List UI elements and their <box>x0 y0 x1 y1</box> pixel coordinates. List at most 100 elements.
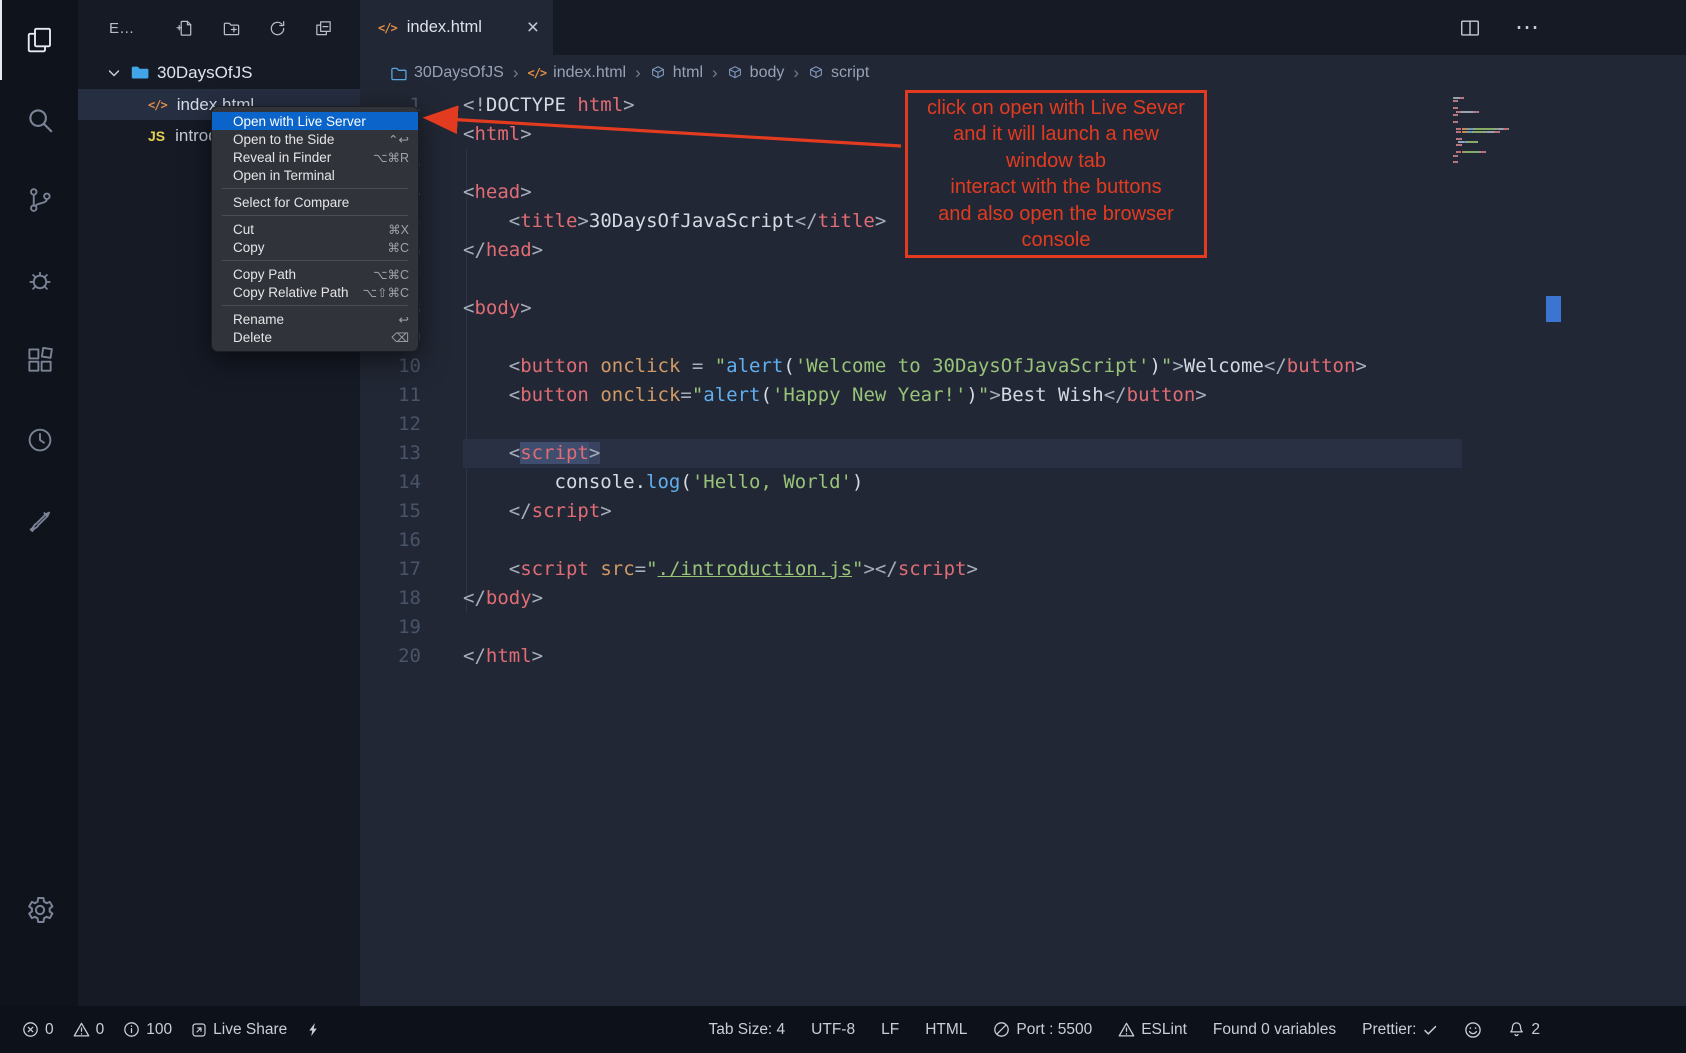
explorer-toolbar <box>176 19 333 38</box>
status-problems-info[interactable]: 100 <box>123 1021 172 1039</box>
menu-item-label: Delete <box>233 330 391 345</box>
status-tab-size[interactable]: Tab Size: 4 <box>708 1021 785 1039</box>
status-label: 0 <box>45 1021 54 1039</box>
menu-item-label: Select for Compare <box>233 195 409 210</box>
status-notifications[interactable]: 2 <box>1508 1021 1540 1039</box>
breadcrumb-script[interactable]: script <box>808 64 869 82</box>
status-bar-right: Tab Size: 4 UTF-8 LF HTML Port : 5500 ESLint F… <box>708 1021 1540 1039</box>
status-language-mode[interactable]: HTML <box>925 1021 967 1039</box>
close-tab-icon[interactable]: × <box>527 17 539 38</box>
menu-item-select-for-compare[interactable]: Select for Compare <box>212 193 418 211</box>
activity-extensions[interactable] <box>0 320 78 400</box>
activity-manage-settings[interactable] <box>0 870 78 950</box>
activity-bar-bottom <box>0 870 78 950</box>
chevron-down-icon <box>106 65 122 81</box>
menu-separator <box>222 215 408 216</box>
breadcrumb-label: 30DaysOfJS <box>414 64 504 82</box>
lightning-icon <box>306 1022 321 1037</box>
run-debug-icon <box>25 265 55 295</box>
code-line-7: 7 <box>360 265 1686 294</box>
vscode-window: E… 30DaysOfJS </>index.htmlJSintroductio… <box>0 0 1686 1053</box>
source-control-icon <box>25 185 55 215</box>
menu-item-shortcut: ↩ <box>399 312 409 327</box>
menu-item-rename[interactable]: Rename↩ <box>212 310 418 328</box>
breadcrumb-body[interactable]: body <box>727 64 785 82</box>
breadcrumb-html[interactable]: html <box>650 64 703 82</box>
line-number: 19 <box>360 613 421 642</box>
menu-separator <box>222 188 408 189</box>
code-line-14: 14 console.log('Hello, World') <box>360 468 1686 497</box>
menu-item-open-in-terminal[interactable]: Open in Terminal <box>212 166 418 184</box>
status-feedback-smiley[interactable] <box>1464 1021 1482 1039</box>
line-content: </script> <box>463 497 612 526</box>
html-file-icon: </> <box>378 21 397 35</box>
menu-item-delete[interactable]: Delete⌫ <box>212 328 418 346</box>
line-content: </head> <box>463 236 543 265</box>
menu-item-copy[interactable]: Copy⌘C <box>212 238 418 256</box>
menu-item-label: Cut <box>233 222 388 237</box>
menu-item-open-to-the-side[interactable]: Open to the Side⌃↩ <box>212 130 418 148</box>
more-actions-icon[interactable]: ⋯ <box>1515 13 1540 42</box>
refresh-icon[interactable] <box>268 19 287 38</box>
code-line-20: 20</html> <box>360 642 1686 671</box>
breadcrumb-30daysofjs[interactable]: 30DaysOfJS <box>390 64 504 82</box>
menu-item-open-with-live-server[interactable]: Open with Live Server <box>212 112 418 130</box>
menu-item-label: Open with Live Server <box>233 114 409 129</box>
status-problems-warnings[interactable]: 0 <box>73 1021 105 1039</box>
menu-item-label: Copy Path <box>233 267 373 282</box>
status-end-of-line[interactable]: LF <box>881 1021 899 1039</box>
new-file-icon[interactable] <box>176 19 195 38</box>
tree-root-folder[interactable]: 30DaysOfJS <box>78 56 360 89</box>
activity-source-control[interactable] <box>0 160 78 240</box>
smiley-icon <box>1464 1021 1482 1039</box>
status-problems-errors[interactable]: 0 <box>22 1021 54 1039</box>
line-content: <html> <box>463 120 532 149</box>
line-number: 10 <box>360 352 421 381</box>
split-editor-icon[interactable] <box>1459 17 1481 39</box>
minimap[interactable] <box>1453 97 1545 165</box>
code-line-18: 18</body> <box>360 584 1686 613</box>
minimap-line <box>1453 155 1545 157</box>
status-live-share[interactable]: Live Share <box>191 1021 287 1039</box>
search-icon <box>25 105 55 135</box>
status-label: UTF-8 <box>811 1021 855 1039</box>
minimap-line <box>1453 121 1545 123</box>
minimap-line <box>1453 107 1545 109</box>
activity-timeline[interactable] <box>0 400 78 480</box>
status-quick-action[interactable] <box>306 1022 321 1037</box>
menu-item-cut[interactable]: Cut⌘X <box>212 220 418 238</box>
menu-item-copy-path[interactable]: Copy Path⌥⌘C <box>212 265 418 283</box>
status-eslint[interactable]: ESLint <box>1118 1021 1187 1039</box>
activity-explorer[interactable] <box>0 0 78 80</box>
annotation-line: and it will launch a new <box>927 121 1185 148</box>
minimap-line <box>1453 144 1545 146</box>
status-label: ESLint <box>1141 1021 1187 1039</box>
minimap-line <box>1453 128 1545 130</box>
breadcrumb-index-html[interactable]: </>index.html <box>527 64 626 82</box>
tab-index-html[interactable]: </> index.html × <box>360 0 553 55</box>
menu-item-copy-relative-path[interactable]: Copy Relative Path⌥⇧⌘C <box>212 283 418 301</box>
html-file-icon: </> <box>148 98 167 112</box>
menu-item-reveal-in-finder[interactable]: Reveal in Finder⌥⌘R <box>212 148 418 166</box>
line-number: 14 <box>360 468 421 497</box>
activity-annotate[interactable] <box>0 480 78 560</box>
status-prettier[interactable]: Prettier: <box>1362 1021 1438 1039</box>
settings-icon <box>24 894 56 926</box>
status-encoding[interactable]: UTF-8 <box>811 1021 855 1039</box>
minimap-line <box>1453 148 1545 150</box>
status-found-variables[interactable]: Found 0 variables <box>1213 1021 1336 1039</box>
activity-search[interactable] <box>0 80 78 160</box>
new-folder-icon[interactable] <box>222 19 241 38</box>
line-content: <title>30DaysOfJavaScript</title> <box>463 207 886 236</box>
status-label: Found 0 variables <box>1213 1021 1336 1039</box>
warning-icon <box>73 1021 90 1038</box>
breadcrumb-label: index.html <box>553 64 626 82</box>
activity-bar-top <box>0 0 78 560</box>
activity-run-and-debug[interactable] <box>0 240 78 320</box>
status-label: Prettier: <box>1362 1021 1416 1039</box>
status-live-server-port[interactable]: Port : 5500 <box>993 1021 1092 1039</box>
line-content: <script src="./introduction.js"></script… <box>463 555 978 584</box>
collapse-all-icon[interactable] <box>314 19 333 38</box>
line-content: <body> <box>463 294 532 323</box>
minimap-line <box>1453 158 1545 160</box>
